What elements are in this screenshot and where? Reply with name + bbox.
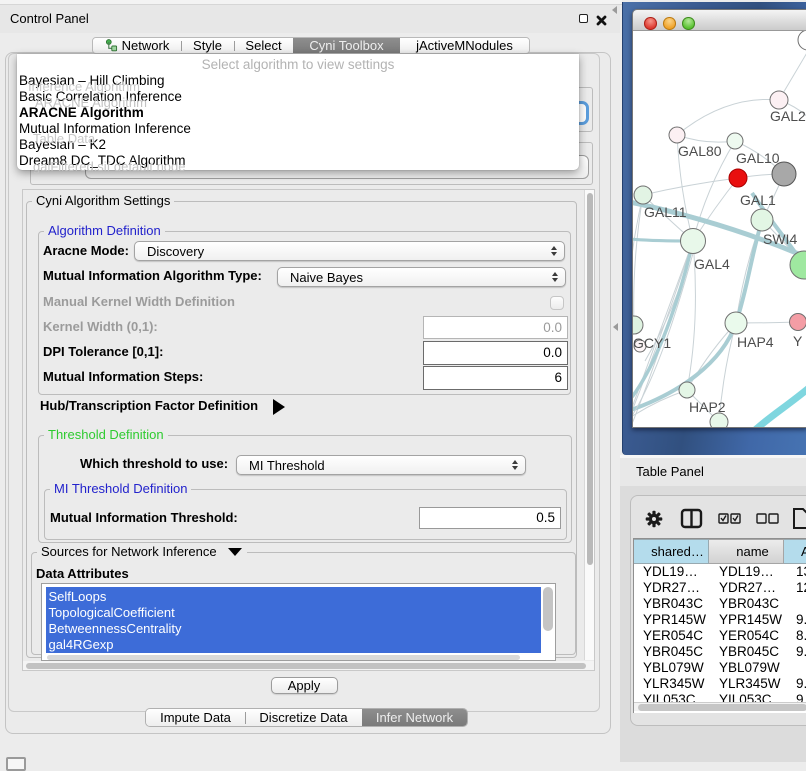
svg-text:SWI4: SWI4 [763,231,797,247]
svg-text:GAL2: GAL2 [770,108,806,124]
svg-text:GAL4: GAL4 [694,256,730,272]
svg-text:HAP2: HAP2 [689,399,726,415]
svg-text:GAL10: GAL10 [736,150,780,166]
svg-text:HAP4: HAP4 [737,334,774,350]
svg-text:GCY1: GCY1 [633,335,671,351]
svg-text:GAL1: GAL1 [740,192,776,208]
svg-text:GAL80: GAL80 [678,143,722,159]
svg-text:GAL11: GAL11 [644,204,687,220]
svg-text:Y: Y [793,333,803,349]
